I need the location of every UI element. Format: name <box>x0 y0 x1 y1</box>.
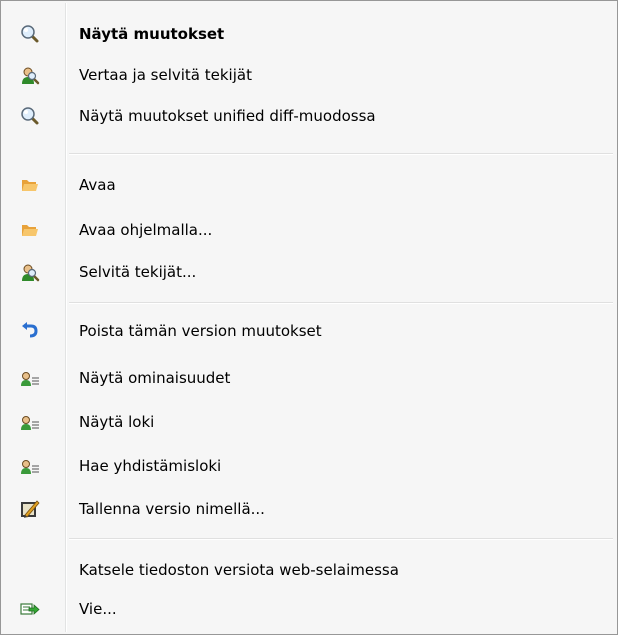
menu-separator <box>69 153 613 155</box>
menu-separator <box>69 538 613 540</box>
menu-item-label: Hae yhdistämisloki <box>79 457 222 475</box>
menu-item-blame[interactable]: Selvitä tekijät... <box>3 249 615 295</box>
menu-item-label: Selvitä tekijät... <box>79 263 197 281</box>
menu-item-label: Vertaa ja selvitä tekijät <box>79 66 252 84</box>
menu-item-revert-changes[interactable]: Poista tämän version muutokset <box>3 308 615 354</box>
menu-item-label: Avaa ohjelmalla... <box>79 221 213 239</box>
menu-item-export[interactable]: Vie... <box>3 586 615 632</box>
menu-item-show-changes[interactable]: Näytä muutokset <box>3 11 615 57</box>
menu-item-open-with[interactable]: Avaa ohjelmalla... <box>3 207 615 253</box>
menu-item-label: Katsele tiedoston versiota web-selaimess… <box>79 561 399 579</box>
menu-item-save-revision-as[interactable]: Tallenna versio nimellä... <box>3 486 615 532</box>
menu-item-label: Näytä ominaisuudet <box>79 369 231 387</box>
menu-item-show-properties[interactable]: Näytä ominaisuudet <box>3 355 615 401</box>
undo-arrow-icon <box>20 321 40 341</box>
menu-item-label: Avaa <box>79 176 116 194</box>
blame-user-icon <box>20 65 40 85</box>
menu-item-show-log[interactable]: Näytä loki <box>3 399 615 445</box>
user-properties-icon <box>20 412 40 432</box>
menu-item-fetch-merge-log[interactable]: Hae yhdistämisloki <box>3 443 615 489</box>
menu-item-label: Näytä muutokset <box>79 25 225 43</box>
menu-item-label: Tallenna versio nimellä... <box>79 500 265 518</box>
menu-item-show-unified-diff[interactable]: Näytä muutokset unified diff-muodossa <box>3 93 615 139</box>
menu-item-label: Näytä muutokset unified diff-muodossa <box>79 107 376 125</box>
menu-item-label: Vie... <box>79 600 117 618</box>
menu-separator <box>69 302 613 304</box>
menu-item-open[interactable]: Avaa <box>3 162 615 208</box>
magnifier-icon <box>20 106 40 126</box>
context-menu: Näytä muutokset Vertaa ja selvitä tekijä… <box>0 0 618 635</box>
folder-open-icon <box>20 175 40 195</box>
user-properties-icon <box>20 368 40 388</box>
menu-item-label: Näytä loki <box>79 413 155 431</box>
save-as-pencil-icon <box>20 499 40 519</box>
menu-item-compare-blame[interactable]: Vertaa ja selvitä tekijät <box>3 52 615 98</box>
user-properties-icon <box>20 456 40 476</box>
export-icon <box>20 599 40 619</box>
magnifier-icon <box>20 24 40 44</box>
blame-user-icon <box>20 262 40 282</box>
folder-open-icon <box>20 220 40 240</box>
menu-item-label: Poista tämän version muutokset <box>79 322 322 340</box>
